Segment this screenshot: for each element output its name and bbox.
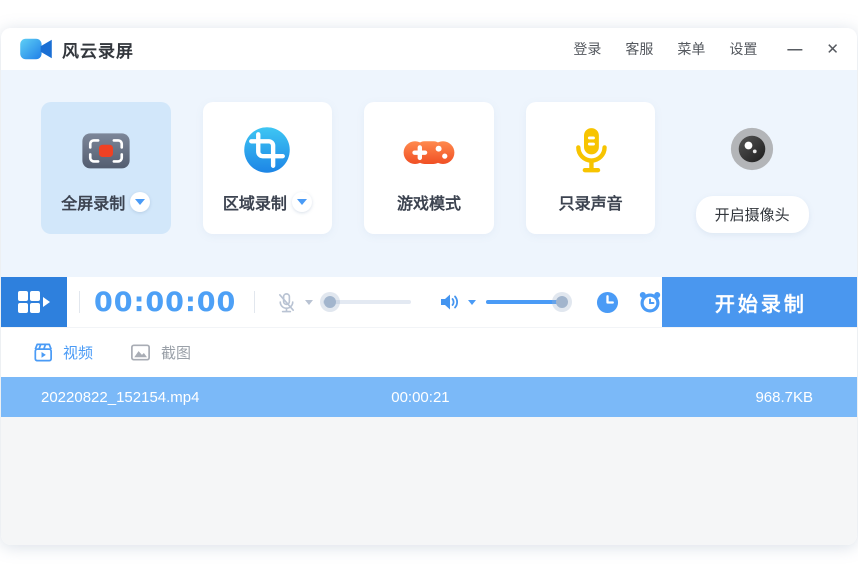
menu-login[interactable]: 登录 — [573, 39, 601, 59]
screenshot-image-icon — [129, 341, 152, 364]
menu-menu[interactable]: 菜单 — [677, 39, 705, 59]
mode-label-fullscreen: 全屏录制 — [61, 190, 125, 214]
mode-label-audio: 只录声音 — [559, 190, 623, 214]
tab-screenshots-label: 截图 — [161, 342, 191, 363]
recording-file-size: 968.7KB — [755, 389, 813, 406]
app-title: 风云录屏 — [62, 37, 134, 62]
mode-card-game[interactable]: 游戏模式 — [364, 102, 494, 234]
control-bar: 00:00:00 — [1, 277, 857, 327]
camera-lens-icon[interactable] — [727, 124, 777, 174]
game-mode-icon — [401, 122, 457, 178]
tab-videos-label: 视频 — [63, 342, 93, 363]
mode-section: 全屏录制 区域录制 — [1, 70, 857, 277]
tab-videos[interactable]: 视频 — [31, 341, 93, 364]
library-tabs: 视频 截图 — [1, 327, 857, 377]
menu-settings[interactable]: 设置 — [729, 39, 757, 59]
mode-grid-button[interactable] — [1, 277, 67, 327]
divider — [79, 291, 80, 313]
divider — [254, 291, 255, 313]
mode-card-region[interactable]: 区域录制 — [203, 102, 333, 234]
fullscreen-dropdown-icon[interactable] — [130, 192, 150, 212]
recording-file-name: 20220822_152154.mp4 — [41, 389, 199, 406]
mode-card-fullscreen[interactable]: 全屏录制 — [41, 102, 171, 234]
system-volume-slider[interactable] — [486, 300, 566, 304]
menu-support[interactable]: 客服 — [625, 39, 653, 59]
camera-column: 开启摄像头 — [687, 102, 817, 277]
start-recording-button[interactable]: 开始录制 — [662, 277, 857, 327]
fullscreen-record-icon — [78, 122, 134, 178]
mic-dropdown-icon[interactable] — [305, 300, 313, 305]
title-bar: 风云录屏 登录 客服 菜单 设置 — ✕ — [1, 28, 857, 70]
mic-volume-slider[interactable] — [323, 300, 411, 304]
video-clapperboard-icon — [31, 341, 54, 364]
audio-only-icon — [563, 122, 619, 178]
alarm-clock-icon[interactable] — [638, 290, 662, 314]
speaker-icon[interactable] — [437, 290, 461, 314]
mode-label-game: 游戏模式 — [397, 190, 461, 214]
enable-camera-button[interactable]: 开启摄像头 — [696, 196, 809, 233]
recording-list-item[interactable]: 20220822_152154.mp4 00:00:21 968.7KB — [1, 377, 857, 417]
recording-timer: 00:00:00 — [94, 287, 236, 318]
microphone-muted-icon[interactable] — [275, 291, 298, 314]
mode-card-audio[interactable]: 只录声音 — [526, 102, 656, 234]
clock-icon[interactable] — [596, 291, 619, 314]
grid-icon — [17, 291, 51, 314]
speaker-dropdown-icon[interactable] — [468, 300, 476, 305]
mode-label-region: 区域录制 — [223, 190, 287, 214]
app-window: 风云录屏 登录 客服 菜单 设置 — ✕ 全屏录制 — [1, 28, 857, 545]
recording-list-empty-area — [1, 417, 857, 545]
minimize-icon[interactable]: — — [787, 42, 802, 57]
tab-screenshots[interactable]: 截图 — [129, 341, 191, 364]
region-record-icon — [239, 122, 295, 178]
close-icon[interactable]: ✕ — [826, 42, 839, 57]
recording-duration: 00:00:21 — [391, 389, 449, 406]
app-logo-icon — [19, 36, 53, 62]
region-dropdown-icon[interactable] — [292, 192, 312, 212]
